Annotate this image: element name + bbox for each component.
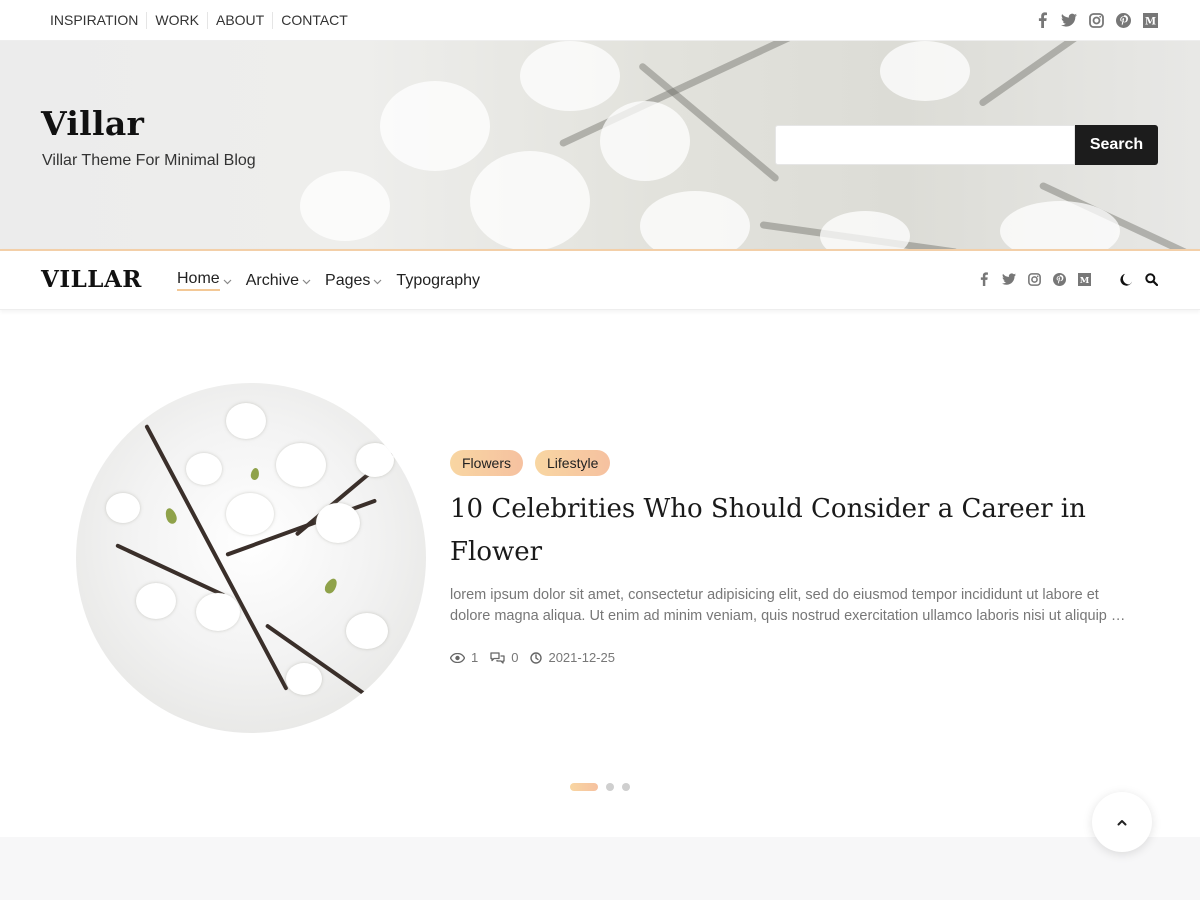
tag-lifestyle[interactable]: Lifestyle xyxy=(535,450,611,476)
medium-icon[interactable]: M xyxy=(1142,11,1158,29)
twitter-icon[interactable] xyxy=(1061,11,1077,29)
post-date: 2021-12-25 xyxy=(530,650,615,665)
nav-item-label: Pages xyxy=(325,271,371,289)
instagram-icon[interactable] xyxy=(1088,11,1104,29)
svg-text:M: M xyxy=(1079,275,1089,285)
facebook-icon[interactable] xyxy=(1034,11,1050,29)
post-title[interactable]: 10 Celebrities Who Should Consider a Car… xyxy=(450,488,1150,574)
nav-item-label: Typography xyxy=(396,271,481,289)
featured-post-image[interactable] xyxy=(76,383,426,733)
top-nav-about[interactable]: ABOUT xyxy=(208,12,274,29)
slider-dot-1[interactable] xyxy=(570,783,598,791)
top-nav-work[interactable]: WORK xyxy=(147,12,208,29)
nav-item-pages[interactable]: Pages xyxy=(325,270,382,291)
twitter-icon[interactable] xyxy=(1002,271,1016,287)
chevron-down-icon xyxy=(302,279,311,285)
comments-value: 0 xyxy=(511,650,519,665)
excerpt-line: dolore magna aliqua. Ut enim ad minim ve… xyxy=(450,608,1130,624)
nav-item-label: Archive xyxy=(245,271,300,289)
site-tagline: Villar Theme For Minimal Blog xyxy=(42,152,256,169)
search-icon[interactable] xyxy=(1144,271,1158,287)
chevron-down-icon xyxy=(373,279,382,285)
excerpt-line: lorem ipsum dolor sit amet, consectetur … xyxy=(450,587,1099,603)
top-nav: INSPIRATION WORK ABOUT CONTACT xyxy=(42,12,356,29)
pinterest-icon[interactable] xyxy=(1115,11,1131,29)
nav-item-typography[interactable]: Typography xyxy=(396,270,480,291)
post-tags: Flowers Lifestyle xyxy=(450,450,611,476)
post-excerpt: lorem ipsum dolor sit amet, consectetur … xyxy=(450,585,1130,627)
nav-social-links: M xyxy=(977,271,1158,287)
nav-item-home[interactable]: Home xyxy=(177,270,232,291)
hero-banner: Villar Villar Theme For Minimal Blog Sea… xyxy=(0,41,1200,249)
top-nav-inspiration[interactable]: INSPIRATION xyxy=(42,12,148,29)
slider-dot-2[interactable] xyxy=(606,783,614,791)
tag-flowers[interactable]: Flowers xyxy=(450,450,524,476)
pinterest-icon[interactable] xyxy=(1052,271,1066,287)
back-to-top-button[interactable] xyxy=(1092,792,1152,852)
facebook-icon[interactable] xyxy=(977,271,991,287)
nav-logo[interactable]: VILLAR xyxy=(41,266,142,293)
instagram-icon[interactable] xyxy=(1027,271,1041,287)
top-social-links: M xyxy=(1034,11,1158,29)
nav-item-archive[interactable]: Archive xyxy=(246,270,311,291)
next-section-band xyxy=(0,837,1200,900)
comments-icon xyxy=(490,651,505,664)
clock-icon xyxy=(530,651,543,664)
medium-icon[interactable]: M xyxy=(1077,271,1091,287)
chevron-down-icon xyxy=(223,279,232,285)
svg-text:M: M xyxy=(1144,16,1155,27)
date-value: 2021-12-25 xyxy=(548,650,615,665)
nav-item-label: Home xyxy=(177,270,220,291)
slider-pagination xyxy=(570,783,630,791)
comments-count[interactable]: 0 xyxy=(490,650,518,665)
search-button[interactable]: Search xyxy=(1075,125,1158,165)
post-meta: 1 0 2021-12-25 xyxy=(450,650,615,665)
views-count: 1 xyxy=(450,650,478,665)
dark-mode-moon-icon[interactable] xyxy=(1119,271,1133,287)
views-value: 1 xyxy=(471,650,479,665)
eye-icon xyxy=(450,652,465,663)
top-nav-contact[interactable]: CONTACT xyxy=(273,12,356,29)
search-input[interactable] xyxy=(775,125,1075,165)
slider-dot-3[interactable] xyxy=(622,783,630,791)
top-bar: INSPIRATION WORK ABOUT CONTACT M xyxy=(0,0,1200,41)
nav-menu: Home Archive Pages Typography xyxy=(177,270,480,291)
chevron-up-icon xyxy=(1117,819,1127,825)
main-navigation: VILLAR Home Archive Pages Typography M xyxy=(0,249,1200,310)
site-title[interactable]: Villar xyxy=(41,104,144,143)
